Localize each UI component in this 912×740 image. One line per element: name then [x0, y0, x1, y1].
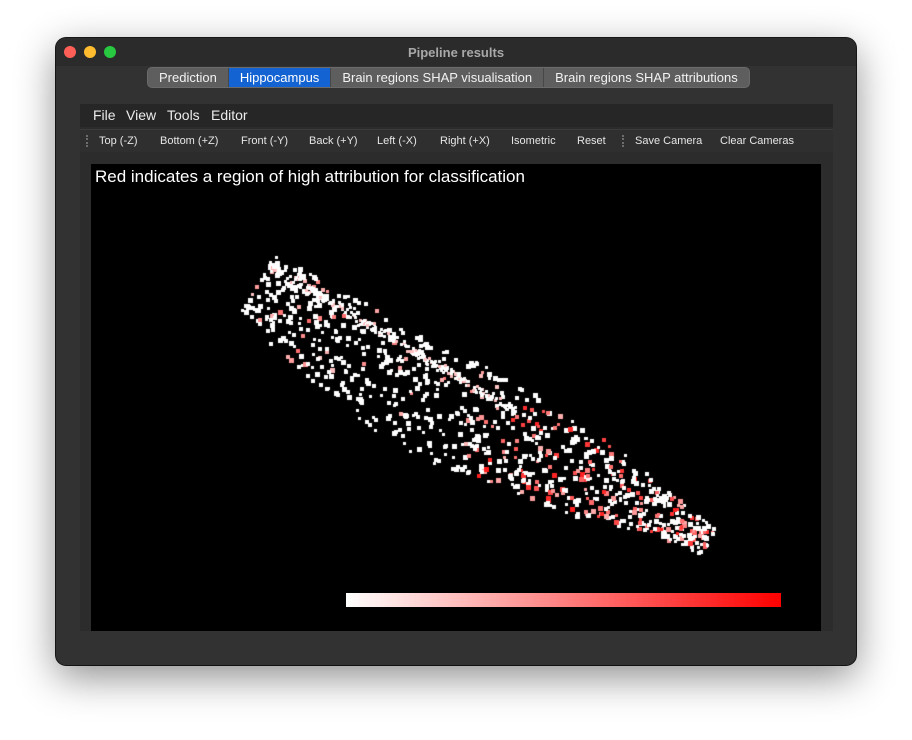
menu-editor[interactable]: Editor [211, 107, 248, 123]
save-camera-button[interactable]: Save Camera [635, 135, 702, 147]
toolbar-grip-handle-2[interactable] [622, 135, 626, 147]
tab-prediction[interactable]: Prediction [148, 68, 229, 87]
app-window: Pipeline results Prediction Hippocampus … [56, 38, 856, 665]
tab-bar: Prediction Hippocampus Brain regions SHA… [147, 67, 750, 88]
plotter-panel: File View Tools Editor Top (-Z) Bottom (… [80, 104, 833, 631]
tab-brain-regions-shap-visualisation[interactable]: Brain regions SHAP visualisation [331, 68, 545, 87]
tab-brain-regions-shap-attributions[interactable]: Brain regions SHAP attributions [544, 68, 749, 87]
view-bottom-button[interactable]: Bottom (+Z) [160, 135, 218, 147]
menu-bar: File View Tools Editor [80, 104, 833, 127]
3d-render-viewport[interactable]: Red indicates a region of high attributi… [91, 164, 821, 631]
attribution-colorbar [346, 593, 781, 607]
menu-tools[interactable]: Tools [167, 107, 200, 123]
view-left-button[interactable]: Left (-X) [377, 135, 417, 147]
view-front-button[interactable]: Front (-Y) [241, 135, 288, 147]
clear-cameras-button[interactable]: Clear Cameras [720, 135, 794, 147]
menu-view[interactable]: View [126, 107, 156, 123]
toolbar-grip-handle[interactable] [86, 135, 90, 147]
view-isometric-button[interactable]: Isometric [511, 135, 556, 147]
view-back-button[interactable]: Back (+Y) [309, 135, 358, 147]
view-right-button[interactable]: Right (+X) [440, 135, 490, 147]
menu-file[interactable]: File [93, 107, 116, 123]
viewport-caption: Red indicates a region of high attributi… [95, 167, 525, 186]
reset-camera-button[interactable]: Reset [577, 135, 606, 147]
tab-hippocampus[interactable]: Hippocampus [228, 68, 332, 87]
view-top-button[interactable]: Top (-Z) [99, 135, 138, 147]
window-title: Pipeline results [407, 45, 505, 60]
title-bar[interactable]: Pipeline results [56, 38, 856, 66]
hippocampus-point-cloud[interactable] [91, 164, 821, 631]
camera-toolbar: Top (-Z) Bottom (+Z) Front (-Y) Back (+Y… [80, 129, 833, 152]
